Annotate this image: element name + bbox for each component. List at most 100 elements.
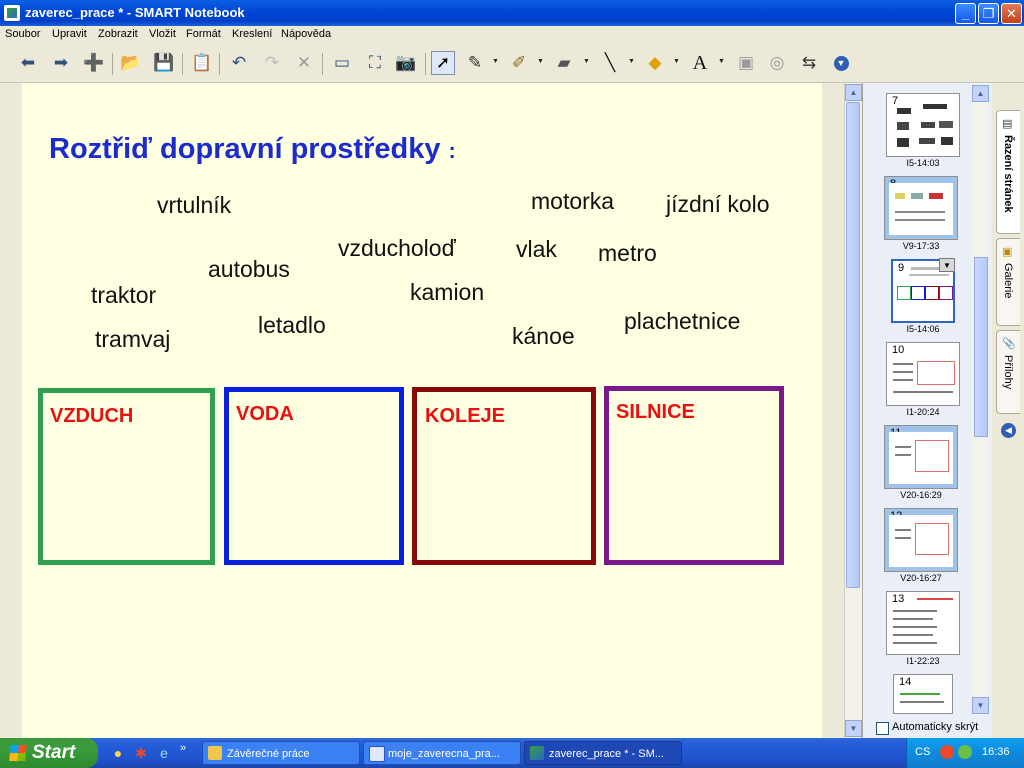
full-screen-icon[interactable]: ⛶ [363,51,387,75]
taskbar-item-smart-notebook[interactable]: zaverec_prace * - SM... [524,741,682,765]
auto-hide-checkbox[interactable] [876,722,889,735]
pen-dropdown-icon[interactable]: ▼ [492,58,499,65]
page-number: 9 [898,262,905,274]
quicklaunch-app-icon[interactable]: ✱ [133,745,149,761]
category-label-silnice: SILNICE [616,401,695,423]
page-thumbnail-caption: I5-14:06 [906,324,940,334]
word-traktor[interactable]: traktor [91,282,156,309]
text-tool-icon[interactable]: A [688,51,712,75]
eraser-dropdown-icon[interactable]: ▼ [583,58,590,65]
page-thumbnail-10[interactable]: 10 [886,342,960,406]
screen-shade-icon[interactable]: ▭ [330,51,354,75]
word-vlak[interactable]: vlak [516,236,557,263]
category-box-vzduch[interactable]: VZDUCH [38,388,215,565]
save-icon[interactable]: 💾 [152,51,176,75]
scroll-down-icon[interactable]: ▼ [845,720,862,737]
sorter-scroll-thumb[interactable] [974,257,988,437]
clock: 16:36 [982,746,1010,758]
paste-icon[interactable]: 📋 [190,51,214,75]
creative-pen-icon[interactable]: ✐ [507,51,531,75]
delete-icon[interactable]: ✕ [292,51,316,75]
word-metro[interactable]: metro [598,240,657,267]
shapes-tool-icon[interactable]: ◆ [643,51,667,75]
open-folder-icon[interactable]: 📂 [119,51,143,75]
taskbar-item-folder[interactable]: Závěrečné práce [202,741,360,765]
minimize-button[interactable]: _ [955,3,976,24]
menu-format[interactable]: Formát [186,28,221,40]
word-tramvaj[interactable]: tramvaj [95,326,170,353]
paperclip-icon: 📎 [1002,338,1016,350]
add-page-icon[interactable]: ➕ [82,51,106,75]
menu-view[interactable]: Zobrazit [98,28,138,40]
word-kamion[interactable]: kamion [410,279,484,306]
word-vzducholod[interactable]: vzducholoď [338,235,456,262]
menu-insert[interactable]: Vložit [149,28,176,40]
language-indicator[interactable]: CS [915,746,930,758]
menu-edit[interactable]: Upravit [52,28,87,40]
taskbar-item-word[interactable]: moje_zaverecna_pra... [363,741,521,765]
quicklaunch-more-icon[interactable]: » [180,742,186,754]
word-plachetnice[interactable]: plachetnice [624,308,740,335]
tray-app-icon[interactable] [940,745,954,759]
select-tool-icon[interactable]: ➚ [431,51,455,75]
sorter-scroll-up-icon[interactable]: ▲ [972,85,989,102]
close-button[interactable]: ✕ [1001,3,1022,24]
canvas-margin [822,83,844,738]
category-box-voda[interactable]: VODA [224,387,404,565]
page-thumbnail-caption: V9-17:33 [902,241,940,251]
quicklaunch-app-icon[interactable]: ● [110,745,126,761]
page-number: 10 [892,344,905,356]
toolbar-separator [112,53,113,75]
scroll-up-icon[interactable]: ▲ [845,84,862,101]
word-jizdni-kolo[interactable]: jízdní kolo [666,191,770,218]
previous-page-icon[interactable]: ⬅ [16,51,40,75]
creative-pen-dropdown-icon[interactable]: ▼ [537,58,544,65]
page-thumbnail-7[interactable]: 7 [886,93,960,157]
tab-attachments-label: Přílohy [1002,355,1014,390]
page-thumbnail-8[interactable]: 8 [884,176,958,240]
redo-icon[interactable]: ↷ [260,51,284,75]
page-thumbnail-12[interactable]: 12 [884,508,958,572]
word-vrtulnik[interactable]: vrtulník [157,192,231,219]
notebook-page[interactable]: Roztřiď dopravní prostředky : vrtulník m… [22,83,822,738]
line-dropdown-icon[interactable]: ▼ [628,58,635,65]
page-thumbnail-11[interactable]: 11 [884,425,958,489]
shapes-dropdown-icon[interactable]: ▼ [673,58,680,65]
line-tool-icon[interactable]: ╲ [598,51,622,75]
next-page-icon[interactable]: ➡ [49,51,73,75]
tab-page-sorter[interactable]: ▤ Řazení stránek [996,110,1020,234]
pen-tool-icon[interactable]: ✎ [463,51,487,75]
word-autobus[interactable]: autobus [208,256,290,283]
category-box-koleje[interactable]: KOLEJE [412,387,596,565]
restore-button[interactable]: ❐ [978,3,999,24]
tab-page-sorter-label: Řazení stránek [1002,135,1014,213]
category-box-silnice[interactable]: SILNICE [604,386,784,565]
page-thumbnail-13[interactable]: 13 [886,591,960,655]
more-options-icon[interactable]: ▼ [829,51,853,75]
menu-file[interactable]: Soubor [5,28,40,40]
canvas-scroll-thumb[interactable] [846,102,860,588]
text-dropdown-icon[interactable]: ▼ [718,58,725,65]
panel-side-toggle-icon[interactable]: ◀ [1001,423,1016,438]
page-thumbnail-14[interactable]: 14 [893,674,953,714]
eraser-icon[interactable]: ▰ [552,51,576,75]
word-letadlo[interactable]: letadlo [258,312,326,339]
menu-draw[interactable]: Kreslení [232,28,272,40]
smart-notebook-app-icon[interactable] [4,5,20,21]
word-kanoe[interactable]: kánoe [512,323,575,350]
page-thumbnail-caption: I5-14:03 [906,158,940,168]
sorter-scroll-down-icon[interactable]: ▼ [972,697,989,714]
page-thumbnail-caption: V20-16:29 [900,490,942,500]
tab-attachments[interactable]: 📎 Přílohy [996,330,1020,414]
fill-icon[interactable]: ▣ [734,51,758,75]
word-motorka[interactable]: motorka [531,188,614,215]
screen-capture-icon[interactable]: 📷 [394,51,418,75]
tray-security-icon[interactable] [958,745,972,759]
tab-gallery[interactable]: ▣ Galerie [996,238,1020,326]
move-toolbar-icon[interactable]: ⇆ [797,51,821,75]
properties-icon[interactable]: ◎ [765,51,789,75]
page-menu-dropdown-icon[interactable]: ▼ [939,258,955,272]
undo-icon[interactable]: ↶ [227,51,251,75]
menu-help[interactable]: Nápověda [281,28,331,40]
internet-explorer-icon[interactable]: e [156,745,172,761]
